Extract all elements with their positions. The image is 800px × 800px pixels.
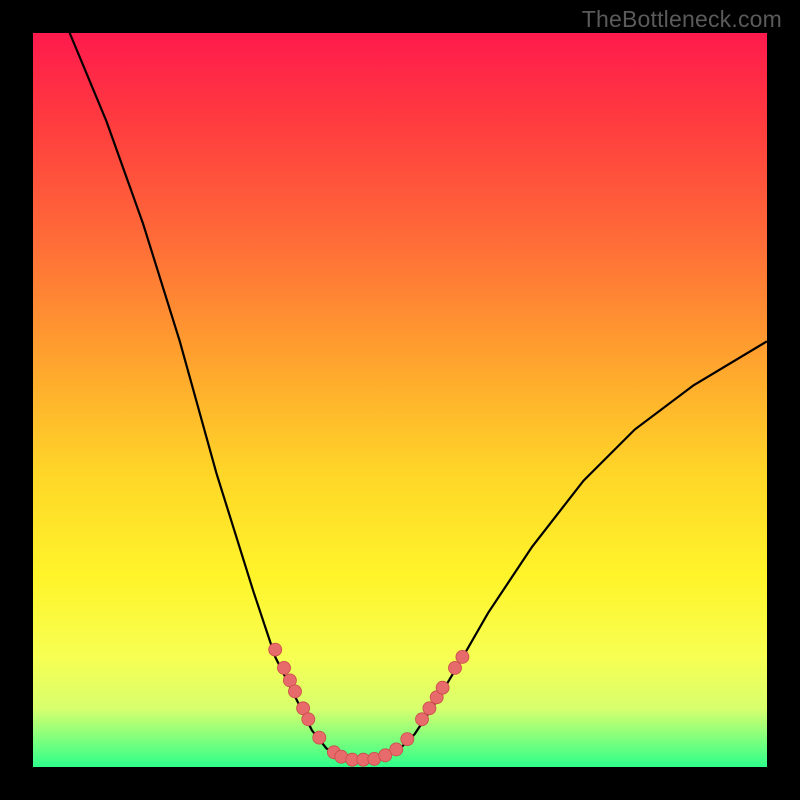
curve-marker xyxy=(313,731,326,744)
curve-marker xyxy=(416,713,429,726)
watermark-text: TheBottleneck.com xyxy=(582,6,782,33)
curve-marker xyxy=(423,702,436,715)
chart-plot-area xyxy=(33,33,767,767)
curve-marker xyxy=(278,661,291,674)
curve-marker xyxy=(456,650,469,663)
curve-marker xyxy=(449,661,462,674)
curve-marker xyxy=(302,713,315,726)
curve-marker xyxy=(401,733,414,746)
bottleneck-curve-svg xyxy=(33,33,767,767)
curve-markers-group xyxy=(269,643,469,766)
curve-marker xyxy=(289,685,302,698)
curve-marker xyxy=(436,681,449,694)
curve-marker xyxy=(269,643,282,656)
curve-marker xyxy=(390,743,403,756)
bottleneck-curve-path xyxy=(70,33,767,760)
